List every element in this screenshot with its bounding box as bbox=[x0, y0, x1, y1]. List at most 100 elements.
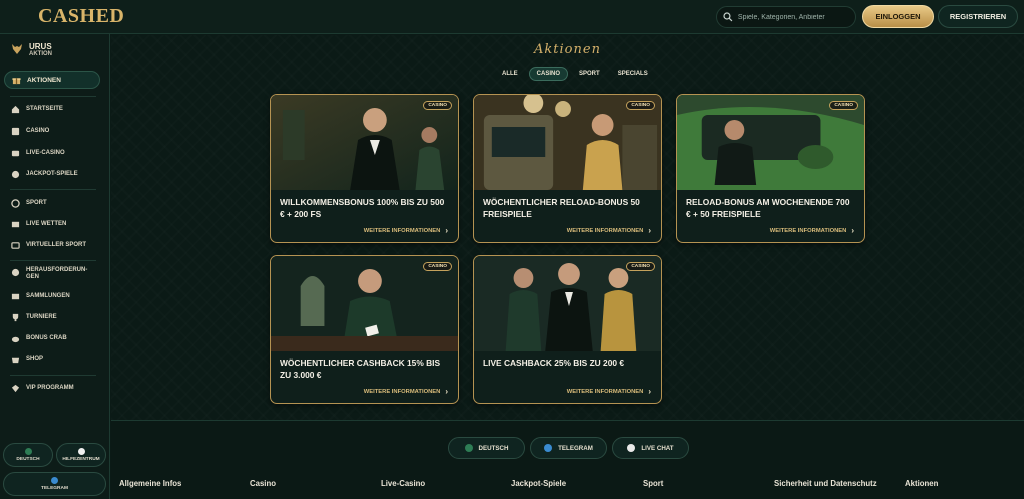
sidebar-item-bonus-crab[interactable]: BONUS CRAB bbox=[10, 333, 67, 343]
help-center-button[interactable]: HILFEZENTRUM bbox=[56, 443, 106, 467]
more-info-link[interactable]: WEITERE INFORMATIONEN › bbox=[364, 226, 448, 235]
footer-column-allgemeine-infos[interactable]: Allgemeine Infos bbox=[119, 479, 181, 488]
category-badge: CASINO bbox=[829, 101, 858, 110]
telegram-label: TELEGRAM bbox=[41, 486, 68, 491]
sidebar-promo-urus[interactable]: URUS AKTION bbox=[10, 42, 52, 57]
tab-alle[interactable]: ALLE bbox=[495, 67, 525, 81]
promo-title: URUS bbox=[29, 42, 52, 51]
sidebar-item-label: BONUS CRAB bbox=[26, 334, 67, 341]
sidebar-item-aktionen[interactable]: AKTIONEN bbox=[4, 71, 100, 89]
live-bet-icon bbox=[10, 219, 20, 229]
sidebar-item-shop[interactable]: SHOP bbox=[10, 354, 43, 364]
more-info-label: WEITERE INFORMATIONEN bbox=[566, 388, 644, 395]
login-button[interactable]: EINLOGGEN bbox=[862, 5, 934, 28]
chevron-right-icon: › bbox=[648, 226, 651, 235]
sidebar-item-vip[interactable]: VIP PROGRAMM bbox=[10, 383, 74, 393]
promo-card[interactable]: CASINO WILLKOMMENSBONUS 100% BIS ZU 500 … bbox=[270, 94, 459, 243]
chevron-right-icon: › bbox=[445, 226, 448, 235]
telegram-icon bbox=[51, 477, 58, 484]
more-info-link[interactable]: WEITERE INFORMATIONEN › bbox=[770, 226, 854, 235]
divider bbox=[10, 375, 96, 376]
tab-casino[interactable]: CASINO bbox=[528, 67, 569, 81]
telegram-button[interactable]: TELEGRAM bbox=[3, 472, 106, 496]
category-badge: CASINO bbox=[423, 262, 452, 271]
chevron-right-icon: › bbox=[851, 226, 854, 235]
sidebar-item-label-line1: HERAUSFORDERUN- bbox=[26, 267, 88, 273]
main-content: Aktionen ALLE CASINO SPORT SPECIALS CASI… bbox=[111, 35, 1024, 420]
chevron-right-icon: › bbox=[648, 387, 651, 396]
promo-card[interactable]: CASINO LIVE CASHBACK 25% BIS ZU 200 € WE… bbox=[473, 255, 662, 404]
category-tabs: ALLE CASINO SPORT SPECIALS bbox=[495, 67, 659, 81]
live-casino-icon bbox=[10, 148, 20, 158]
sidebar-item-label: AKTIONEN bbox=[27, 76, 61, 84]
sidebar-item-challenges[interactable]: HERAUSFORDERUN- GEN bbox=[10, 267, 87, 281]
promo-title: RELOAD-BONUS AM WOCHENENDE 700 € + 50 FR… bbox=[686, 197, 850, 219]
promo-card[interactable]: CASINO RELOAD-BONUS AM WOCHENENDE 700 € … bbox=[676, 94, 865, 243]
page-title: Aktionen bbox=[534, 42, 601, 57]
more-info-link[interactable]: WEITERE INFORMATIONEN › bbox=[567, 387, 651, 396]
casino-icon bbox=[10, 126, 20, 136]
language-label: DEUTSCH bbox=[16, 457, 40, 462]
logo[interactable]: CASHED bbox=[38, 5, 124, 28]
footer-telegram-label: TELEGRAM bbox=[558, 444, 593, 452]
shop-icon bbox=[10, 354, 20, 364]
search-icon bbox=[723, 12, 733, 22]
category-badge: CASINO bbox=[626, 262, 655, 271]
footer: DEUTSCH TELEGRAM LIVE CHAT Allgemeine In… bbox=[111, 420, 1024, 499]
challenges-icon bbox=[10, 267, 20, 277]
trophy-icon bbox=[10, 312, 20, 322]
globe-icon bbox=[24, 448, 32, 455]
tab-specials[interactable]: SPECIALS bbox=[611, 67, 655, 81]
language-button[interactable]: DEUTSCH bbox=[3, 443, 53, 467]
footer-language-button[interactable]: DEUTSCH bbox=[448, 437, 525, 459]
footer-live-chat-label: LIVE CHAT bbox=[641, 444, 674, 452]
more-info-link[interactable]: WEITERE INFORMATIONEN › bbox=[567, 226, 651, 235]
footer-column-aktionen[interactable]: Aktionen bbox=[905, 479, 938, 488]
divider bbox=[10, 189, 96, 190]
sidebar-item-sport[interactable]: SPORT bbox=[10, 198, 47, 208]
footer-column-jackpot[interactable]: Jackpot-Spiele bbox=[511, 479, 566, 488]
sidebar-item-virtual-sport[interactable]: VIRTUELLER SPORT bbox=[10, 240, 86, 250]
sidebar-item-label: JACKPOT-SPIELE bbox=[26, 170, 78, 177]
virtual-sport-icon bbox=[10, 240, 20, 250]
footer-live-chat-button[interactable]: LIVE CHAT bbox=[612, 437, 689, 459]
footer-column-live-casino[interactable]: Live-Casino bbox=[381, 479, 425, 488]
footer-column-sport[interactable]: Sport bbox=[643, 479, 663, 488]
promo-card[interactable]: CASINO WÖCHENTLICHER CASHBACK 15% BIS ZU… bbox=[270, 255, 459, 404]
more-info-link[interactable]: WEITERE INFORMATIONEN › bbox=[364, 387, 448, 396]
register-button[interactable]: REGISTRIEREN bbox=[938, 5, 1018, 28]
sidebar-item-label: LIVE WETTEN bbox=[26, 220, 67, 227]
sidebar-item-label: SPORT bbox=[26, 199, 47, 206]
sidebar-item-sammlungen[interactable]: SAMMLUNGEN bbox=[10, 291, 70, 301]
sidebar-item-label-line2: GEN bbox=[26, 274, 40, 280]
bull-icon bbox=[12, 44, 22, 54]
sidebar-item-label: SHOP bbox=[26, 355, 44, 362]
search-box[interactable] bbox=[716, 6, 856, 28]
footer-telegram-button[interactable]: TELEGRAM bbox=[530, 437, 607, 459]
more-info-label: WEITERE INFORMATIONEN bbox=[363, 227, 441, 234]
tab-sport[interactable]: SPORT bbox=[572, 67, 607, 81]
sidebar: URUS AKTION AKTIONEN STARTSEITE CASINO L… bbox=[0, 34, 110, 499]
footer-column-casino[interactable]: Casino bbox=[250, 479, 276, 488]
sidebar-item-turniere[interactable]: TURNIERE bbox=[10, 312, 57, 322]
footer-language-label: DEUTSCH bbox=[478, 444, 509, 452]
divider bbox=[10, 96, 96, 97]
search-input[interactable] bbox=[737, 13, 855, 21]
chat-icon bbox=[627, 444, 636, 452]
sidebar-item-label: LIVE-CASINO bbox=[26, 149, 65, 156]
sidebar-item-startseite[interactable]: STARTSEITE bbox=[10, 104, 63, 114]
sport-icon bbox=[10, 198, 20, 208]
promo-card[interactable]: CASINO WÖCHENTLICHER RELOAD-BONUS 50 FRE… bbox=[473, 94, 662, 243]
footer-column-security[interactable]: Sicherheit und Datenschutz bbox=[774, 479, 877, 488]
sidebar-item-label: TURNIERE bbox=[26, 313, 57, 320]
promo-subtitle: AKTION bbox=[29, 51, 52, 57]
sidebar-item-live-casino[interactable]: LIVE-CASINO bbox=[10, 148, 65, 158]
sidebar-item-live-wetten[interactable]: LIVE WETTEN bbox=[10, 219, 66, 229]
sidebar-item-casino[interactable]: CASINO bbox=[10, 126, 49, 136]
telegram-icon bbox=[544, 444, 553, 452]
help-icon bbox=[77, 448, 85, 455]
sidebar-item-jackpot[interactable]: JACKPOT-SPIELE bbox=[10, 169, 78, 179]
category-badge: CASINO bbox=[423, 101, 452, 110]
divider bbox=[10, 260, 96, 261]
home-icon bbox=[10, 104, 20, 114]
